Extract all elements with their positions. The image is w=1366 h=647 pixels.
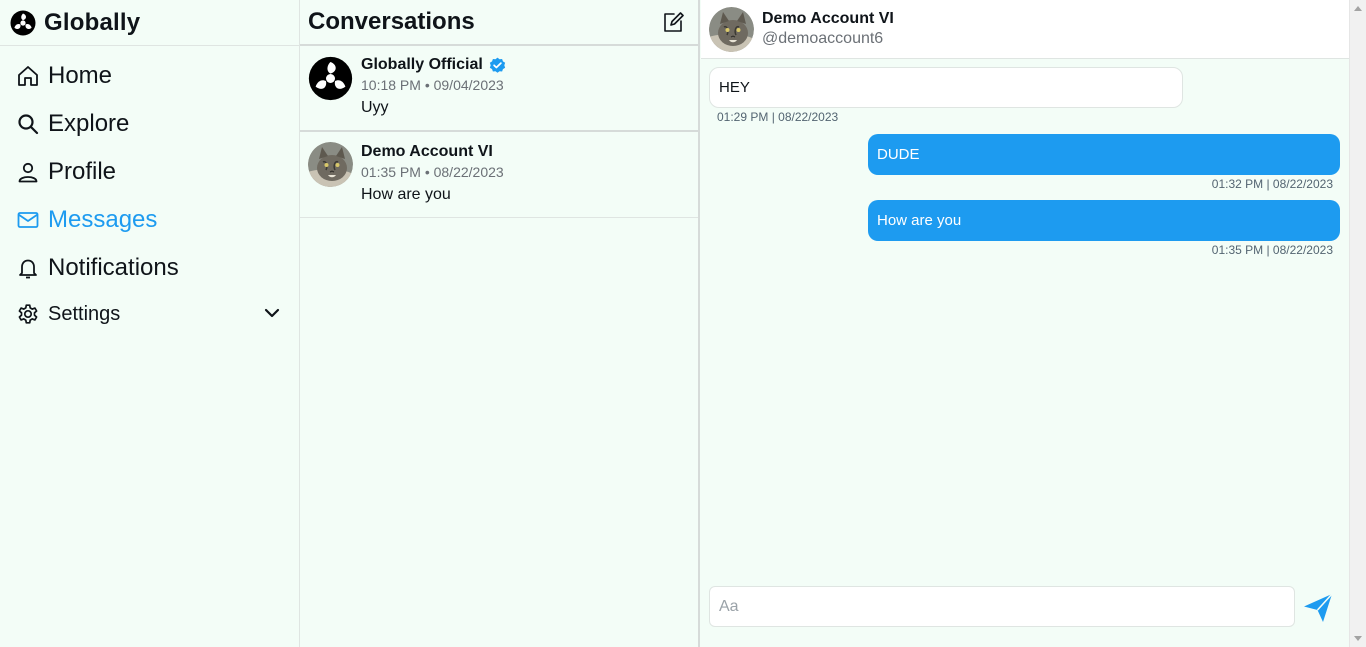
page-scrollbar[interactable] (1349, 0, 1366, 647)
message-time: 01:29 PM | 08/22/2023 (717, 110, 839, 124)
nav-label-notifications: Notifications (48, 254, 179, 281)
chat-contact-name[interactable]: Demo Account VI (762, 9, 894, 29)
nav-item-notifications[interactable]: Notifications (0, 244, 299, 292)
nav-item-profile[interactable]: Profile (0, 148, 299, 196)
message-bubble: How are you (868, 200, 1340, 241)
avatar[interactable] (709, 6, 754, 52)
nav-label-home: Home (48, 62, 113, 89)
conversation-time: 10:18 PM • 09/04/2023 (361, 77, 504, 93)
home-icon (16, 64, 40, 88)
chevron-down-icon[interactable] (263, 304, 281, 322)
conversation-time: 01:35 PM • 08/22/2023 (361, 164, 504, 180)
nav-label-explore: Explore (48, 110, 130, 137)
nav-item-settings[interactable]: Settings (0, 292, 299, 336)
verified-badge-icon (489, 57, 505, 73)
brand-name: Globally (44, 8, 141, 36)
conversation-name: Demo Account VI (361, 142, 493, 160)
scroll-down-icon[interactable] (1354, 636, 1362, 641)
gear-icon (16, 302, 40, 326)
conversation-item[interactable]: Demo Account VI 01:35 PM • 08/22/2023 Ho… (300, 132, 698, 218)
message-bubble: DUDE (868, 134, 1340, 175)
nav-item-explore[interactable]: Explore (0, 100, 299, 148)
mail-icon (16, 208, 40, 232)
nav-label-settings: Settings (48, 302, 121, 325)
scroll-up-icon[interactable] (1354, 6, 1362, 11)
conversation-name: Globally Official (361, 56, 483, 73)
message-incoming: HEY 01:29 PM | 08/22/2023 (709, 67, 1183, 126)
chat-contact-handle: @demoaccount6 (762, 30, 884, 47)
conversations-panel: Conversations Globally Official 10:18 PM… (300, 0, 700, 647)
send-icon[interactable] (1302, 592, 1334, 624)
chat-panel: Demo Account VI @demoaccount6 HEY 01:29 … (701, 0, 1349, 647)
sidebar: Globally Home Explore Profile Messages N… (0, 0, 300, 647)
nav-label-profile: Profile (48, 158, 117, 185)
message-outgoing: How are you 01:35 PM | 08/22/2023 (868, 200, 1340, 259)
avatar (308, 56, 353, 101)
brand[interactable]: Globally (0, 0, 299, 46)
conversation-preview: How are you (361, 186, 451, 203)
compose-icon[interactable] (662, 11, 684, 33)
user-icon (16, 160, 40, 184)
conversation-item[interactable]: Globally Official 10:18 PM • 09/04/2023 … (300, 46, 698, 132)
search-icon (16, 112, 40, 136)
avatar (308, 142, 353, 187)
nav-item-messages[interactable]: Messages (0, 196, 299, 244)
conversations-header: Conversations (300, 0, 698, 46)
main-nav: Home Explore Profile Messages Notificati… (0, 46, 299, 336)
globe-logo-icon (10, 10, 36, 35)
message-bubble: HEY (709, 67, 1183, 108)
nav-item-home[interactable]: Home (0, 52, 299, 100)
bell-icon (16, 256, 40, 280)
conversation-preview: Uyy (361, 99, 389, 116)
message-outgoing: DUDE 01:32 PM | 08/22/2023 (868, 134, 1340, 193)
message-time: 01:35 PM | 08/22/2023 (1211, 243, 1333, 257)
conversations-title: Conversations (308, 8, 475, 35)
message-input[interactable] (709, 586, 1295, 627)
nav-label-messages: Messages (48, 206, 158, 233)
message-time: 01:32 PM | 08/22/2023 (1211, 177, 1333, 191)
chat-header: Demo Account VI @demoaccount6 (701, 0, 1349, 59)
